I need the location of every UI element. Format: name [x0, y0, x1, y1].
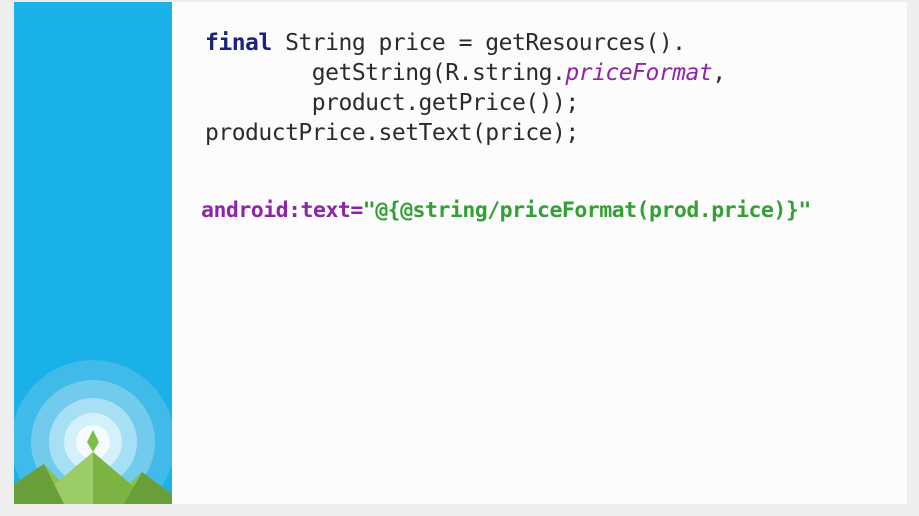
- code-text: product.getPrice());: [311, 90, 579, 116]
- code-text: getString(R.string.: [311, 60, 566, 86]
- resource-name: priceFormat: [565, 60, 713, 86]
- code-text: ,: [712, 60, 726, 86]
- presentation-slide: final String price = getResources(). get…: [14, 2, 907, 504]
- final-keyword: final: [205, 30, 272, 56]
- xml-binding-expression: android:text="@{@string/priceFormat(prod…: [201, 196, 811, 226]
- slide-sidebar: [14, 2, 172, 504]
- slide-content: final String price = getResources(). get…: [172, 2, 907, 504]
- java-code-block: final String price = getResources(). get…: [205, 28, 726, 148]
- code-line-2: getString(R.string.priceFormat,: [205, 60, 726, 86]
- code-line-3: product.getPrice());: [205, 90, 579, 116]
- xml-attribute-value: "@{@string/priceFormat(prod.price)}": [362, 198, 812, 223]
- video-frame: final String price = getResources(). get…: [0, 0, 919, 516]
- xml-attribute: android:text=: [201, 198, 363, 223]
- code-text: String price = getResources().: [271, 30, 686, 56]
- code-text: productPrice.setText(price);: [205, 120, 579, 146]
- code-line-1: final String price = getResources().: [205, 30, 686, 56]
- android-landscape-decoration: [14, 360, 172, 504]
- code-line-4: productPrice.setText(price);: [205, 120, 579, 146]
